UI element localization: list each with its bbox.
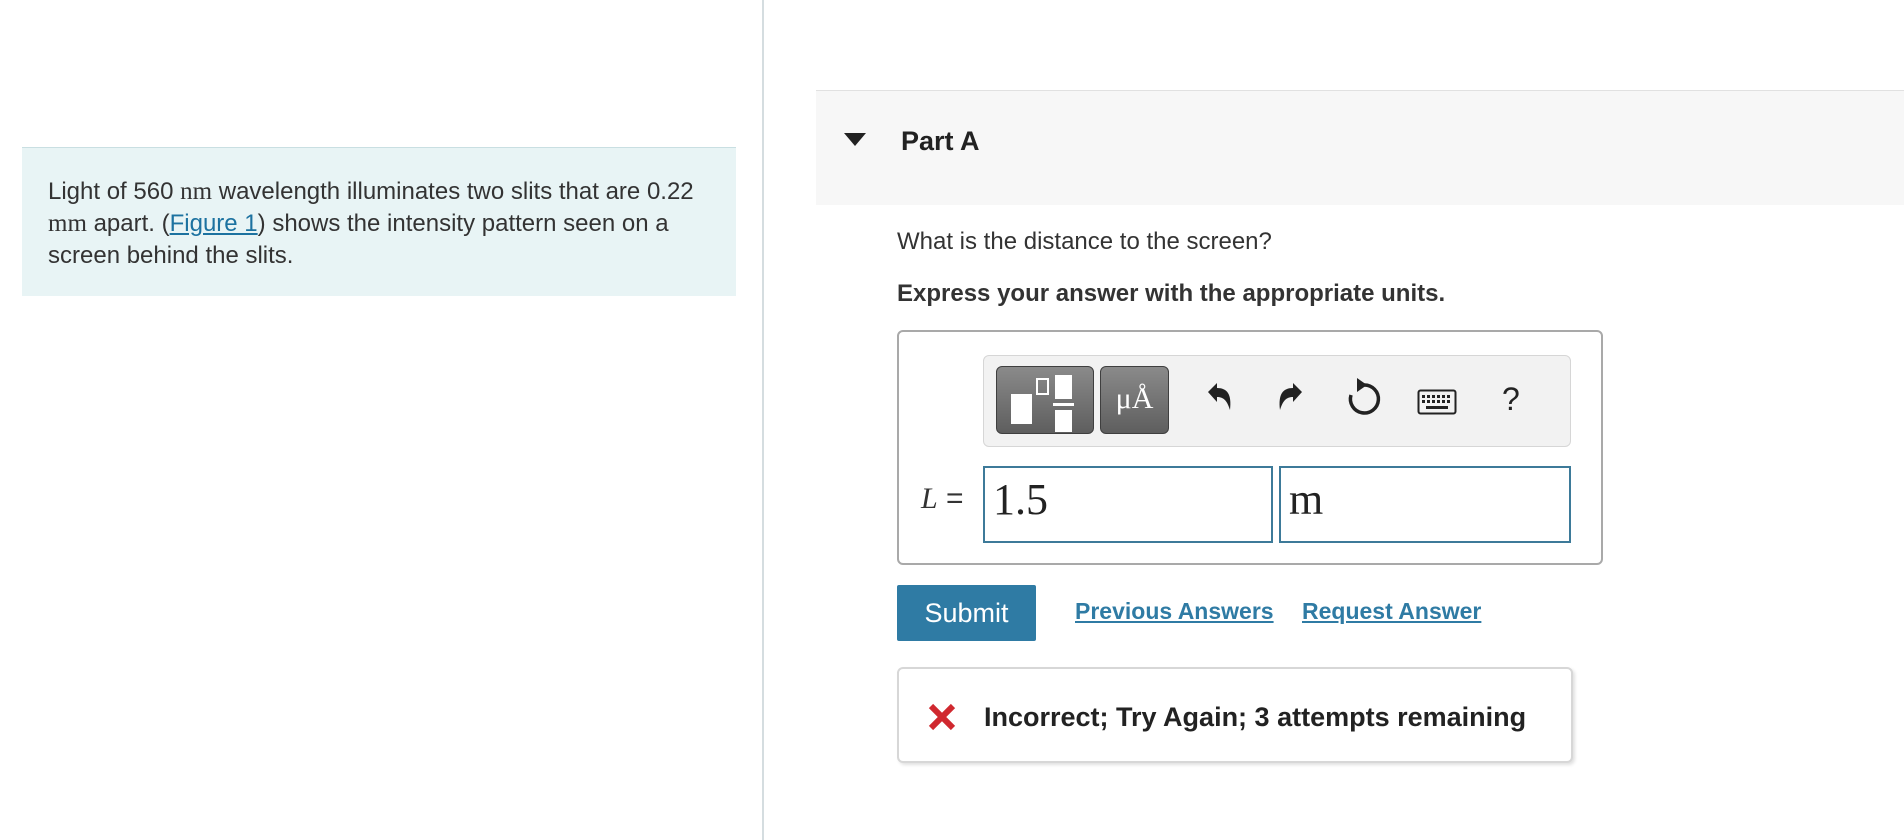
submit-button[interactable]: Submit [897,585,1036,641]
problem-text: apart. ( [86,210,170,237]
unit-nm: nm [180,178,213,205]
feedback-message: Incorrect; Try Again; 3 attempts remaini… [984,702,1527,732]
previous-answers-link[interactable]: Previous Answers [1075,598,1274,625]
units-input[interactable]: m [1279,466,1571,543]
value-input[interactable]: 1.5 [983,466,1273,543]
reset-icon[interactable] [1344,376,1384,420]
templates-icon [1011,375,1074,432]
panel-divider [762,0,764,840]
math-toolbar: μÅ ? [983,355,1571,447]
problem-statement: Light of 560 nm wavelength illuminates t… [22,147,736,296]
unit-mm: mm [48,210,87,237]
equals-sign: = [937,482,964,515]
question-text: What is the distance to the screen? [897,228,1272,255]
part-title: Part A [901,126,980,156]
feedback-box: Incorrect; Try Again; 3 attempts remaini… [897,667,1573,763]
undo-icon[interactable] [1202,376,1236,420]
units-button[interactable]: μÅ [1100,366,1169,434]
templates-button[interactable] [996,366,1094,434]
keyboard-icon[interactable] [1417,389,1457,415]
part-header[interactable]: Part A [816,90,1904,205]
problem-text: Light of 560 [48,178,181,205]
units-button-label: μÅ [1115,382,1154,415]
variable-label: L = [921,482,964,516]
help-icon[interactable]: ? [1502,381,1520,418]
problem-text: wavelength illuminates two slits that ar… [212,178,647,205]
figure-link[interactable]: Figure 1 [170,210,258,237]
request-answer-link[interactable]: Request Answer [1302,598,1481,625]
answer-box: μÅ ? L = 1.5 m [897,330,1603,565]
instruction-text: Express your answer with the appropriate… [897,280,1446,307]
incorrect-x-icon [928,703,956,731]
variable-name: L [921,482,938,515]
redo-icon[interactable] [1274,376,1308,420]
slit-separation-value: 0.22 [646,178,694,205]
collapse-triangle-icon[interactable] [844,133,866,146]
